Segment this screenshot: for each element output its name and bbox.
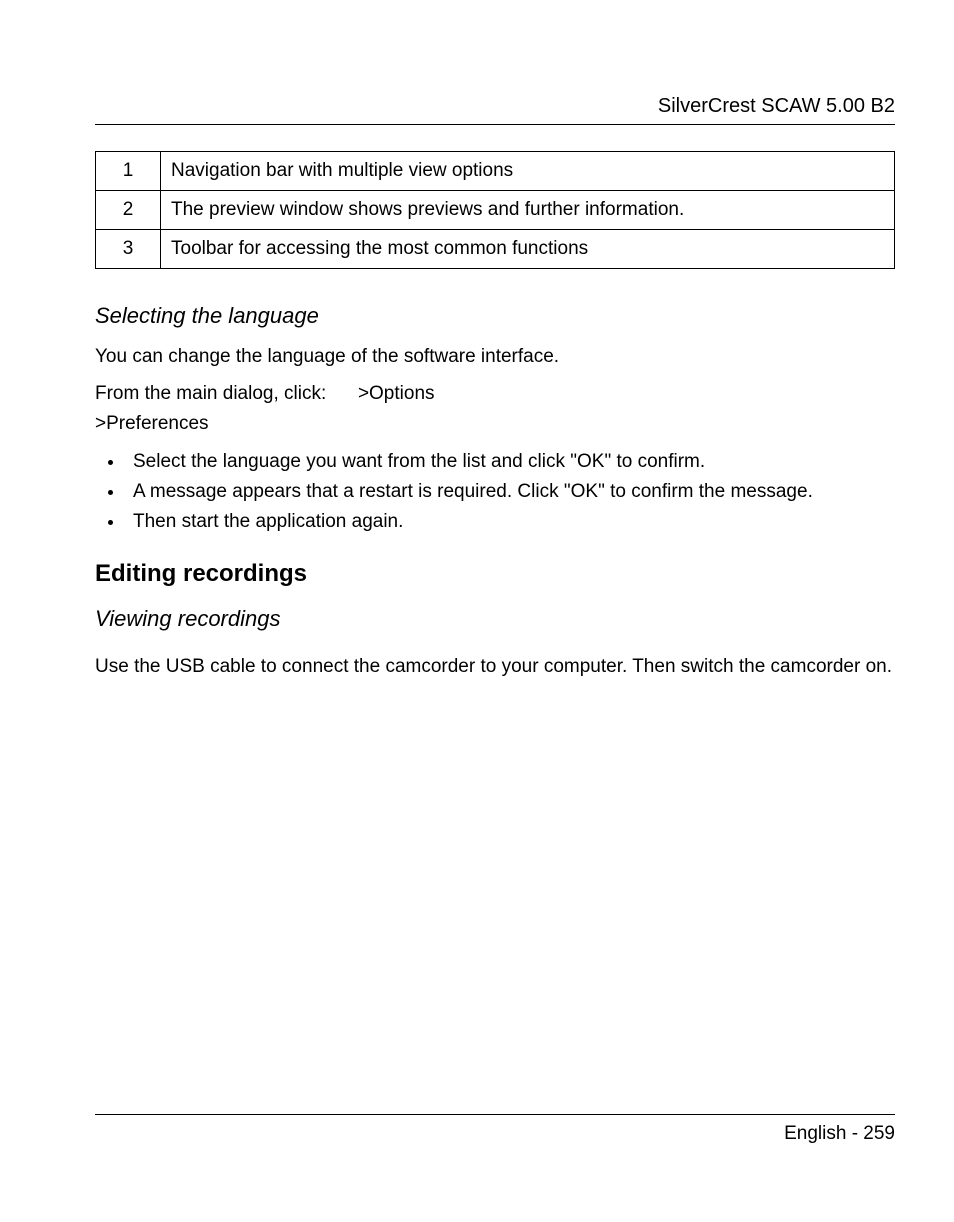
paragraph: You can change the language of the softw…: [95, 343, 895, 372]
table-row: 1 Navigation bar with multiple view opti…: [96, 152, 895, 191]
row-number: 3: [96, 230, 161, 269]
table-row: 3 Toolbar for accessing the most common …: [96, 230, 895, 269]
bullet-list: Select the language you want from the li…: [95, 447, 895, 538]
list-item: A message appears that a restart is requ…: [125, 477, 895, 507]
table-row: 2 The preview window shows previews and …: [96, 191, 895, 230]
paragraph: Use the USB cable to connect the camcord…: [95, 651, 895, 683]
row-desc: Toolbar for accessing the most common fu…: [161, 230, 895, 269]
header-title: SilverCrest SCAW 5.00 B2: [95, 95, 895, 124]
paragraph: From the main dialog, click: >Options: [95, 380, 895, 409]
legend-table: 1 Navigation bar with multiple view opti…: [95, 151, 895, 269]
page-content: SilverCrest SCAW 5.00 B2 1 Navigation ba…: [95, 95, 895, 1145]
section-heading-editing: Editing recordings: [95, 560, 895, 588]
list-item: Then start the application again.: [125, 507, 895, 537]
row-desc: The preview window shows previews and fu…: [161, 191, 895, 230]
section-heading-language: Selecting the language: [95, 303, 895, 329]
text-fragment: >Options: [358, 383, 435, 404]
row-number: 1: [96, 152, 161, 191]
list-item: Select the language you want from the li…: [125, 447, 895, 477]
footer: English - 259: [95, 1114, 895, 1145]
text-fragment: From the main dialog, click:: [95, 383, 326, 404]
header-rule: [95, 124, 895, 125]
section-subheading-viewing: Viewing recordings: [95, 606, 895, 632]
row-desc: Navigation bar with multiple view option…: [161, 152, 895, 191]
footer-rule: [95, 1114, 895, 1115]
row-number: 2: [96, 191, 161, 230]
page-number: English - 259: [95, 1123, 895, 1145]
paragraph: >Preferences: [95, 410, 895, 439]
